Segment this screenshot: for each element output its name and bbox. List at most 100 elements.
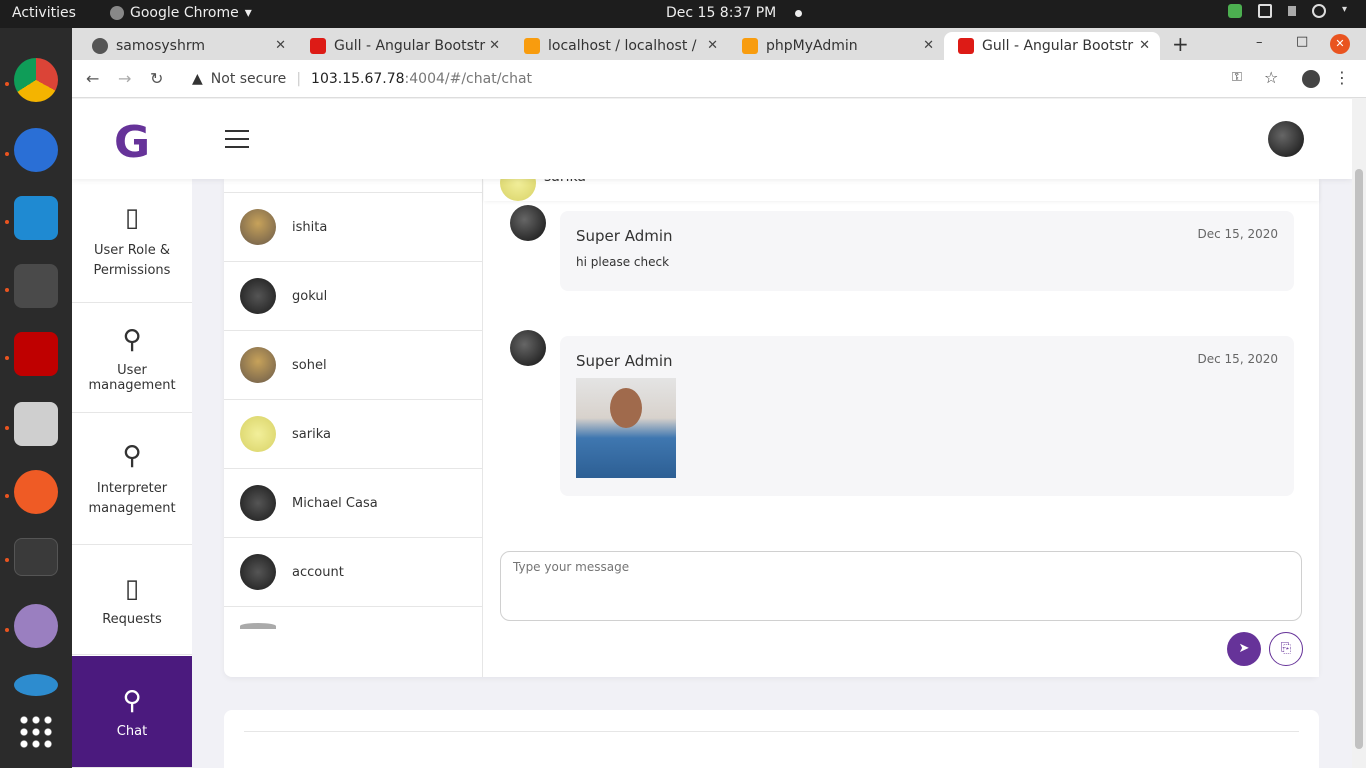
close-icon[interactable]: ✕	[275, 38, 286, 53]
contact-name: Michael Casa	[292, 495, 378, 511]
tab-label: samosyshrm	[116, 38, 205, 54]
sidebar-item-user-management[interactable]: ⚲ User management	[72, 303, 192, 413]
skype-dock-icon[interactable]	[14, 674, 58, 696]
chrome-dock-icon[interactable]	[14, 58, 58, 102]
hamburger-icon[interactable]	[225, 130, 249, 148]
close-window-button[interactable]: ✕	[1330, 34, 1350, 54]
tab-localhost[interactable]: localhost / localhost / ✕	[510, 32, 728, 60]
warning-icon: ▲	[192, 71, 203, 87]
profile-icon[interactable]	[1302, 70, 1320, 88]
message-date: Dec 15, 2020	[1197, 352, 1278, 366]
user-add-icon: ⚲	[122, 686, 142, 716]
vscode-dock-icon[interactable]	[14, 196, 58, 240]
app-menu[interactable]: Google Chrome ▾	[110, 5, 252, 21]
github-icon	[92, 38, 108, 54]
clock[interactable]: Dec 15 8:37 PM	[666, 5, 802, 21]
system-tray[interactable]: ▾	[1228, 4, 1352, 18]
contact-item[interactable]: account	[224, 538, 482, 607]
message-bubble: Super Admin Dec 15, 2020 hi please check	[560, 211, 1294, 291]
divider	[244, 731, 1299, 732]
key-icon[interactable]: ⚿	[1232, 70, 1242, 85]
sidebar: ▯ User Role & Permissions ⚲ User managem…	[72, 179, 192, 768]
files-dock-icon[interactable]	[14, 402, 58, 446]
avatar[interactable]	[1268, 121, 1304, 157]
system-top-bar: Activities Google Chrome ▾ Dec 15 8:37 P…	[0, 0, 1366, 28]
contact-item[interactable]: sarika	[224, 400, 482, 469]
contact-item[interactable]: sohel	[224, 331, 482, 400]
running-indicator-icon	[5, 494, 9, 498]
sidebar-item-interpreter-management[interactable]: ⚲ Interpreter management	[72, 414, 192, 545]
url-field[interactable]: ▲ Not secure | 103.15.67.78 :4004/#/chat…	[182, 65, 1302, 93]
sidebar-item-label: Requests	[102, 612, 162, 627]
sidebar-item-user-role[interactable]: ▯ User Role & Permissions	[72, 179, 192, 303]
phpmyadmin-icon	[742, 38, 758, 54]
contact-item[interactable]: ishita	[224, 193, 482, 262]
close-icon[interactable]: ✕	[707, 38, 718, 53]
activities-button[interactable]: Activities	[12, 5, 76, 21]
star-icon[interactable]: ☆	[1264, 68, 1278, 87]
contact-item[interactable]: gokul	[224, 262, 482, 331]
message: Super Admin Dec 15, 2020 hi please check	[500, 205, 1300, 295]
sidebar-item-chat[interactable]: ⚲ Chat	[72, 656, 192, 768]
filezilla-dock-icon[interactable]	[14, 332, 58, 376]
postman-dock-icon[interactable]	[14, 470, 58, 514]
minimize-button[interactable]: –	[1256, 35, 1263, 50]
avatar	[240, 416, 276, 452]
sidebar-item-label: Chat	[116, 724, 148, 739]
contact-item[interactable]: Michael Casa	[224, 469, 482, 538]
avatar	[240, 347, 276, 383]
app-header: G	[72, 99, 1352, 179]
avatar	[240, 485, 276, 521]
message-image[interactable]	[576, 378, 676, 478]
tab-gull-active[interactable]: Gull - Angular Bootstr ✕	[944, 32, 1160, 60]
notification-dot-icon	[794, 9, 802, 17]
reload-button[interactable]: ↻	[150, 69, 163, 88]
message-composer: ➤ ⎘	[484, 534, 1319, 677]
running-indicator-icon	[5, 558, 9, 562]
attach-button[interactable]: ⎘	[1269, 632, 1303, 666]
page-scrollbar[interactable]	[1352, 99, 1366, 768]
user-add-icon: ⚲	[122, 441, 142, 471]
chat-card: ishita gokul sohel sarika Michael Casa a…	[224, 179, 1319, 677]
message-date: Dec 15, 2020	[1197, 227, 1278, 241]
scrollbar-thumb[interactable]	[1355, 169, 1363, 749]
thunderbird-dock-icon[interactable]	[14, 128, 58, 172]
tab-label: Gull - Angular Bootstr	[334, 38, 486, 54]
contact-list[interactable]: ishita gokul sohel sarika Michael Casa a…	[224, 179, 483, 677]
sublime-dock-icon[interactable]	[14, 264, 58, 308]
app-viewport: G ▯ User Role & Permissions ⚲ User manag…	[72, 99, 1352, 768]
tab-gull-1[interactable]: Gull - Angular Bootstr ✕	[296, 32, 510, 60]
sidebar-item-requests[interactable]: ▯ Requests	[72, 545, 192, 655]
tab-phpmyadmin[interactable]: phpMyAdmin ✕	[728, 32, 944, 60]
message-input[interactable]	[500, 551, 1302, 621]
book-icon: ▯	[124, 574, 140, 604]
tab-label: localhost / localhost /	[548, 38, 697, 54]
send-button[interactable]: ➤	[1227, 632, 1261, 666]
close-icon[interactable]: ✕	[1139, 38, 1150, 53]
show-applications-icon[interactable]	[18, 714, 54, 750]
forward-button[interactable]: →	[118, 69, 131, 88]
sidebar-item-label: Interpreter management	[88, 481, 176, 516]
avatar	[510, 205, 546, 241]
angular-icon	[310, 38, 326, 54]
close-icon[interactable]: ✕	[923, 38, 934, 53]
tab-label: phpMyAdmin	[766, 38, 858, 54]
chat-header: sarika	[484, 179, 1319, 201]
message-bubble: Super Admin Dec 15, 2020	[560, 336, 1294, 496]
maximize-button[interactable]: □	[1296, 34, 1308, 49]
new-tab-button[interactable]: +	[1172, 32, 1189, 56]
network-icon	[1258, 4, 1272, 18]
avatar	[500, 179, 536, 201]
tab-samosyshrm[interactable]: samosyshrm ✕	[78, 32, 296, 60]
pidgin-dock-icon[interactable]	[14, 604, 58, 648]
back-button[interactable]: ←	[86, 69, 99, 88]
power-icon	[1312, 4, 1326, 18]
menu-icon[interactable]: ⋮	[1334, 68, 1350, 87]
chevron-down-icon: ▾	[244, 5, 252, 21]
ubuntu-dock	[0, 28, 72, 768]
close-icon[interactable]: ✕	[489, 38, 500, 53]
terminal-dock-icon[interactable]	[14, 538, 58, 576]
address-bar-row: ← → ↻ ▲ Not secure | 103.15.67.78 :4004/…	[72, 60, 1366, 98]
logo[interactable]: G	[114, 117, 150, 168]
angular-icon	[958, 38, 974, 54]
